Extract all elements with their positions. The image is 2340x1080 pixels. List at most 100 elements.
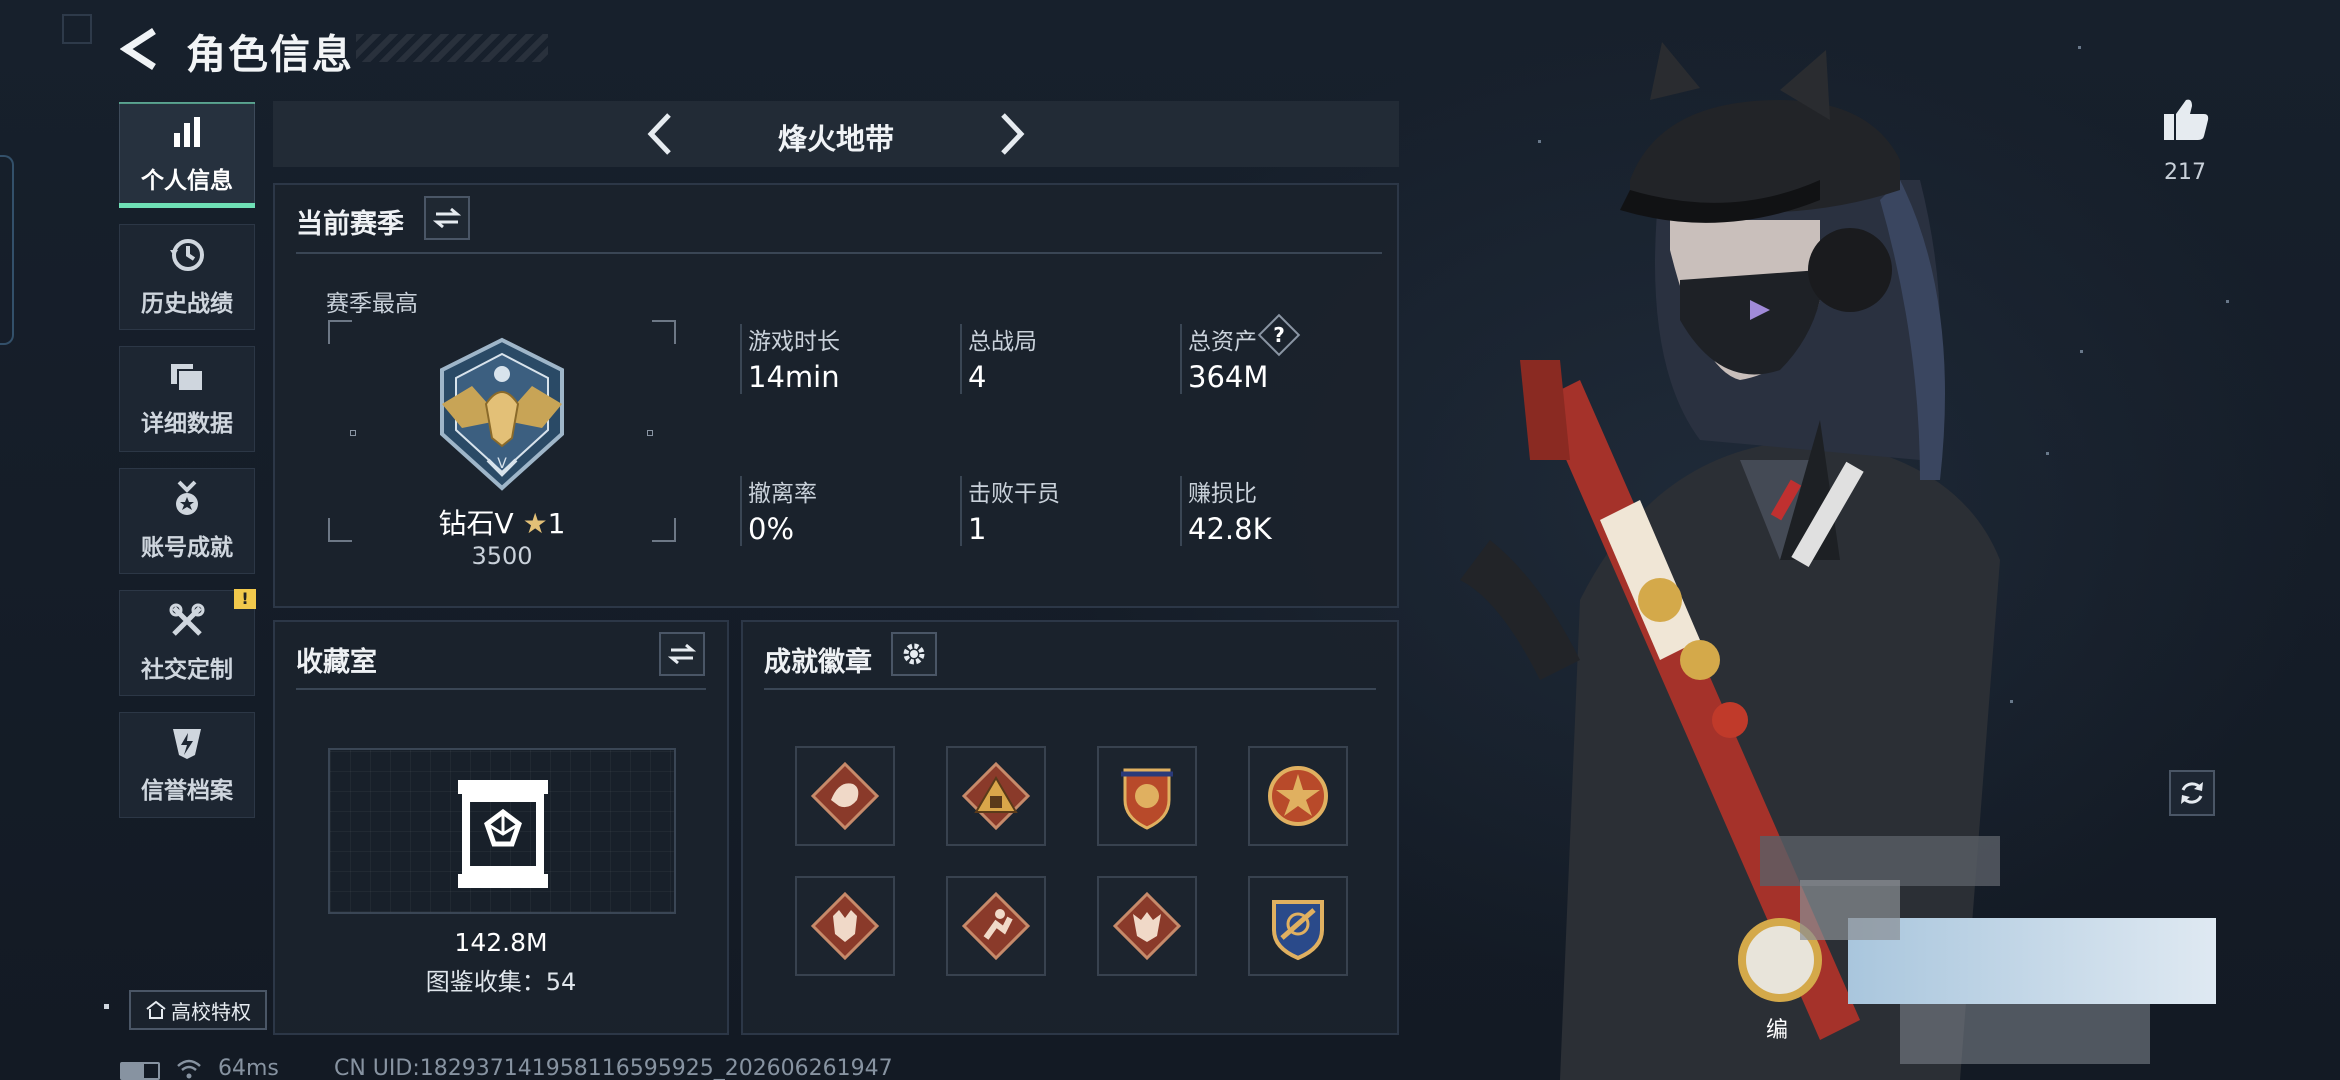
season-switch-button[interactable]: [424, 196, 470, 240]
mode-selector: 烽火地带: [273, 101, 1399, 167]
wolf-badge-icon-2: [1112, 891, 1182, 961]
campus-privilege-label: 高校特权: [171, 999, 251, 1024]
season-title: 当前赛季: [296, 209, 404, 240]
frame-corner: [328, 320, 352, 344]
title-decoration: [356, 34, 548, 62]
swap-icon: [668, 643, 696, 665]
sidebar-item-label: 个人信息: [141, 168, 233, 194]
campus-icon: [146, 1000, 166, 1019]
stat-value-extract-rate: 0%: [748, 512, 795, 546]
bar-chart-icon: [174, 117, 200, 147]
side-drawer-handle[interactable]: [0, 155, 14, 345]
stat-label-kills: 击败干员: [968, 481, 1060, 507]
sidebar-item-history[interactable]: 历史战绩: [119, 224, 255, 330]
runner-badge-icon: [961, 891, 1031, 961]
swap-icon: [433, 207, 461, 229]
chevron-right-icon: [1001, 113, 1025, 155]
sidebar-item-detail-data[interactable]: 详细数据: [119, 346, 255, 452]
achievement-badge[interactable]: [1097, 746, 1197, 846]
shield-bolt-icon: [173, 729, 201, 759]
stat-label-matches: 总战局: [968, 329, 1037, 355]
sidebar-item-label: 详细数据: [141, 411, 233, 437]
rank-star-icon: ★: [522, 507, 548, 540]
sidebar-item-label: 信誉档案: [141, 778, 233, 804]
sidebar-item-label: 社交定制: [141, 657, 233, 683]
collection-preview[interactable]: [328, 748, 676, 914]
pixelated-region: [1800, 880, 1900, 940]
achievement-badge[interactable]: [795, 746, 895, 846]
achievement-badge[interactable]: [946, 876, 1046, 976]
rank-line: 钻石V ★1: [328, 502, 676, 542]
collection-title: 收藏室: [296, 647, 377, 678]
frame-dot: [647, 430, 653, 436]
achievement-badge[interactable]: [1097, 876, 1197, 976]
achievement-divider: [764, 688, 1376, 690]
achievement-badge[interactable]: [1248, 746, 1348, 846]
frame-dot: [350, 430, 356, 436]
season-divider: [296, 252, 1382, 254]
pixelated-region: [1900, 1004, 2150, 1064]
dragon-badge-icon: [810, 761, 880, 831]
svg-text:V: V: [497, 456, 507, 472]
achievement-badge[interactable]: [795, 876, 895, 976]
back-button[interactable]: [118, 26, 164, 72]
rank-emblem: V: [422, 334, 582, 498]
vault-icon: [458, 780, 548, 888]
stat-divider: [960, 476, 962, 546]
stat-value-profit-ratio: 42.8K: [1188, 512, 1272, 546]
folder-icon: [171, 364, 204, 392]
player-name-partial: 编: [1766, 1018, 1789, 1043]
history-clock-icon: [170, 239, 204, 271]
sidebar-item-label: 账号成就: [141, 535, 233, 561]
pixelated-region: [1760, 836, 2000, 886]
sidebar-item-social-custom[interactable]: ! 社交定制: [119, 589, 256, 696]
shield-badge-icon: [1121, 768, 1173, 830]
stat-value-assets: 364M: [1188, 360, 1269, 394]
stat-divider: [960, 324, 962, 394]
crest-badge-icon: [1272, 900, 1324, 961]
rank-stars: 1: [547, 507, 566, 540]
stat-divider: [740, 324, 742, 394]
season-best-label: 赛季最高: [326, 291, 418, 317]
sidebar-item-label: 历史战绩: [141, 291, 233, 317]
battery-icon: [120, 1062, 160, 1080]
wrench-icon: [169, 603, 205, 636]
stat-value-matches: 4: [968, 360, 987, 394]
stat-divider: [1180, 476, 1182, 546]
collection-switch-button[interactable]: [659, 632, 705, 676]
star-badge-icon: [1268, 766, 1328, 826]
stat-value-kills: 1: [968, 512, 987, 546]
gear-icon: [903, 643, 925, 665]
mode-name: 烽火地带: [777, 122, 894, 156]
notification-badge: !: [234, 589, 256, 609]
collection-divider: [296, 688, 706, 690]
diamond-eagle-emblem-icon: V: [440, 337, 564, 491]
stat-divider: [1180, 324, 1182, 394]
page-title: 角色信息: [186, 32, 354, 78]
rotate-view-button[interactable]: [2169, 770, 2215, 816]
sidebar-item-account-achievement[interactable]: 账号成就: [119, 468, 255, 574]
achievement-badge[interactable]: [1248, 876, 1348, 976]
sidebar-item-credit-record[interactable]: 信誉档案: [119, 712, 255, 818]
back-arrow-icon: [120, 28, 156, 70]
medal-icon: [176, 480, 198, 515]
sidebar-item-personal-info[interactable]: 个人信息: [119, 102, 255, 208]
rank-name: 钻石V: [438, 507, 514, 540]
help-icon: ?: [1273, 323, 1285, 347]
ping-text: 64ms: [218, 1056, 279, 1080]
stat-label-playtime: 游戏时长: [748, 329, 840, 355]
stat-label-profit-ratio: 赚损比: [1188, 481, 1257, 507]
mode-next-button[interactable]: [987, 109, 1037, 159]
campus-privilege-button[interactable]: 高校特权: [129, 990, 267, 1030]
bg-star: [2226, 300, 2229, 303]
collection-count: 图鉴收集：54: [425, 968, 577, 996]
wolf-badge-icon: [810, 891, 880, 961]
frame-corner: [652, 320, 676, 344]
rank-points: 3500: [471, 542, 533, 570]
like-count: 217: [2164, 160, 2206, 185]
achievement-settings-button[interactable]: [891, 632, 937, 676]
wifi-icon: [177, 1059, 201, 1079]
achievement-badge[interactable]: [946, 746, 1046, 846]
refresh-icon: [2181, 782, 2203, 804]
collection-value: 142.8M: [454, 928, 548, 957]
